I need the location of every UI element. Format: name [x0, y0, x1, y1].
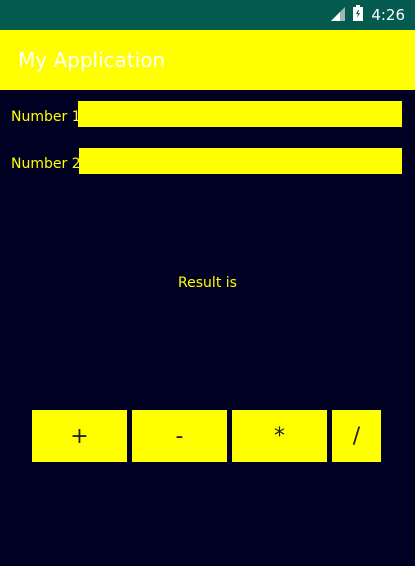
status-time: 4:26 — [371, 6, 405, 24]
app-bar: My Application — [0, 30, 415, 90]
result-text: Result is — [178, 275, 237, 291]
app-title: My Application — [18, 48, 166, 72]
add-button[interactable]: + — [32, 410, 127, 462]
multiply-button[interactable]: * — [232, 410, 327, 462]
number1-input[interactable] — [78, 101, 402, 127]
number1-label: Number 1 — [11, 109, 81, 125]
subtract-button[interactable]: - — [132, 410, 227, 462]
number2-input[interactable] — [79, 148, 402, 174]
app-screen: 4:26 My Application Number 1 Number 2 Re… — [0, 0, 415, 566]
status-bar: 4:26 — [0, 0, 415, 30]
signal-icon — [331, 6, 346, 25]
number2-label: Number 2 — [11, 156, 81, 172]
divide-button[interactable]: / — [332, 410, 381, 462]
status-icons: 4:26 — [331, 4, 405, 26]
battery-icon — [353, 5, 364, 25]
